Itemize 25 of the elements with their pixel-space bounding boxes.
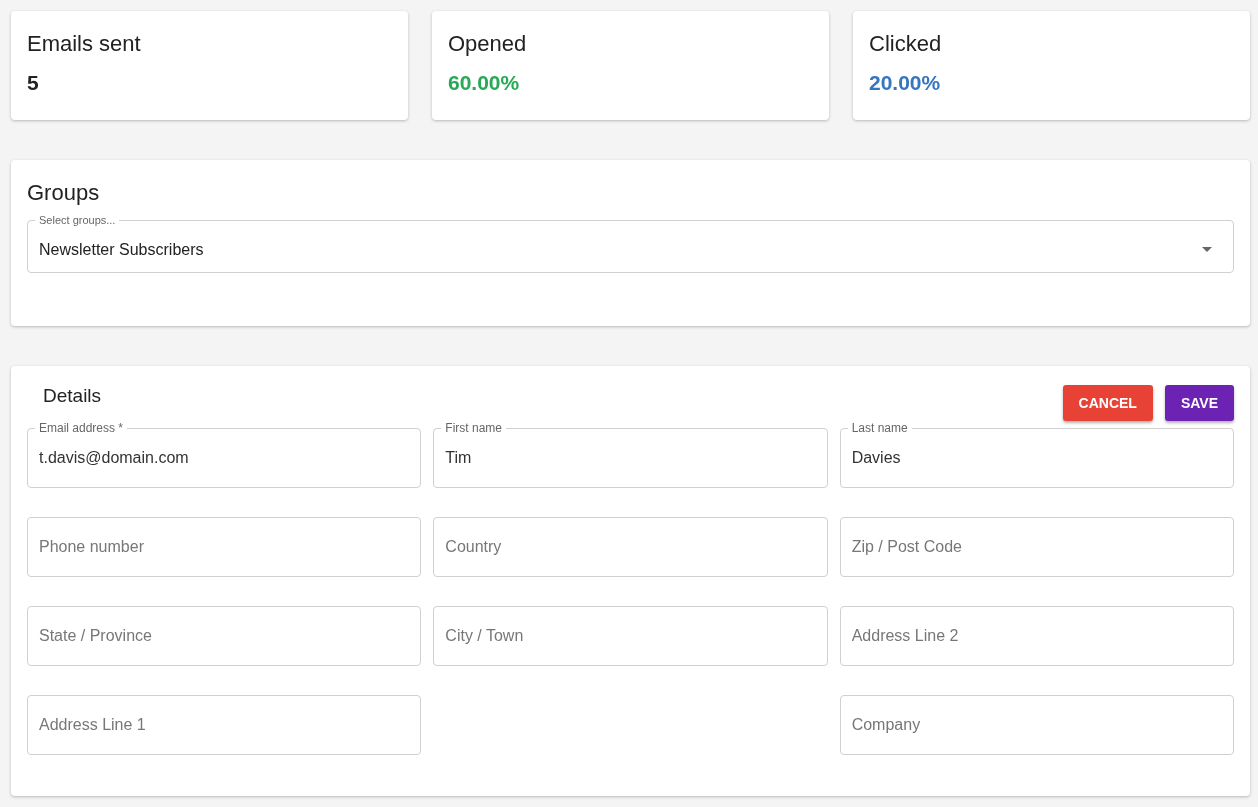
stat-title: Opened — [448, 31, 528, 57]
select-value: Newsletter Subscribers — [39, 240, 205, 259]
dropdown-caret-icon — [1202, 247, 1212, 252]
field-label: Select groups... — [38, 213, 117, 227]
stat-value: 60.00% — [448, 71, 521, 95]
stat-value: 20.00% — [869, 71, 942, 95]
input-field[interactable]: Address Line 1 — [27, 695, 422, 755]
input-field[interactable]: Company — [839, 695, 1234, 755]
cancel-button[interactable]: CANCEL — [1062, 385, 1153, 421]
field-label: Email address * — [35, 421, 128, 435]
field-label: First name — [441, 421, 506, 435]
stat-value: 5 — [27, 71, 40, 95]
card-title: Groups — [27, 180, 101, 206]
stat-title: Emails sent — [27, 31, 142, 57]
save-button[interactable]: SAVE — [1164, 385, 1234, 421]
groups-select[interactable]: Select groups... Newsletter Subscribers — [27, 213, 1234, 273]
field-label: Last name — [847, 421, 912, 435]
input-field[interactable]: Zip / Post Code — [839, 517, 1234, 577]
input-field[interactable]: Phone number — [27, 517, 422, 577]
card-title: Details — [43, 385, 102, 407]
stat-title: Clicked — [869, 31, 943, 57]
input-field[interactable]: City / Town — [433, 606, 828, 666]
input-field[interactable]: State / Province — [27, 606, 422, 666]
input-field[interactable]: Country — [433, 517, 828, 577]
input-field[interactable]: Address Line 2 — [839, 606, 1234, 666]
